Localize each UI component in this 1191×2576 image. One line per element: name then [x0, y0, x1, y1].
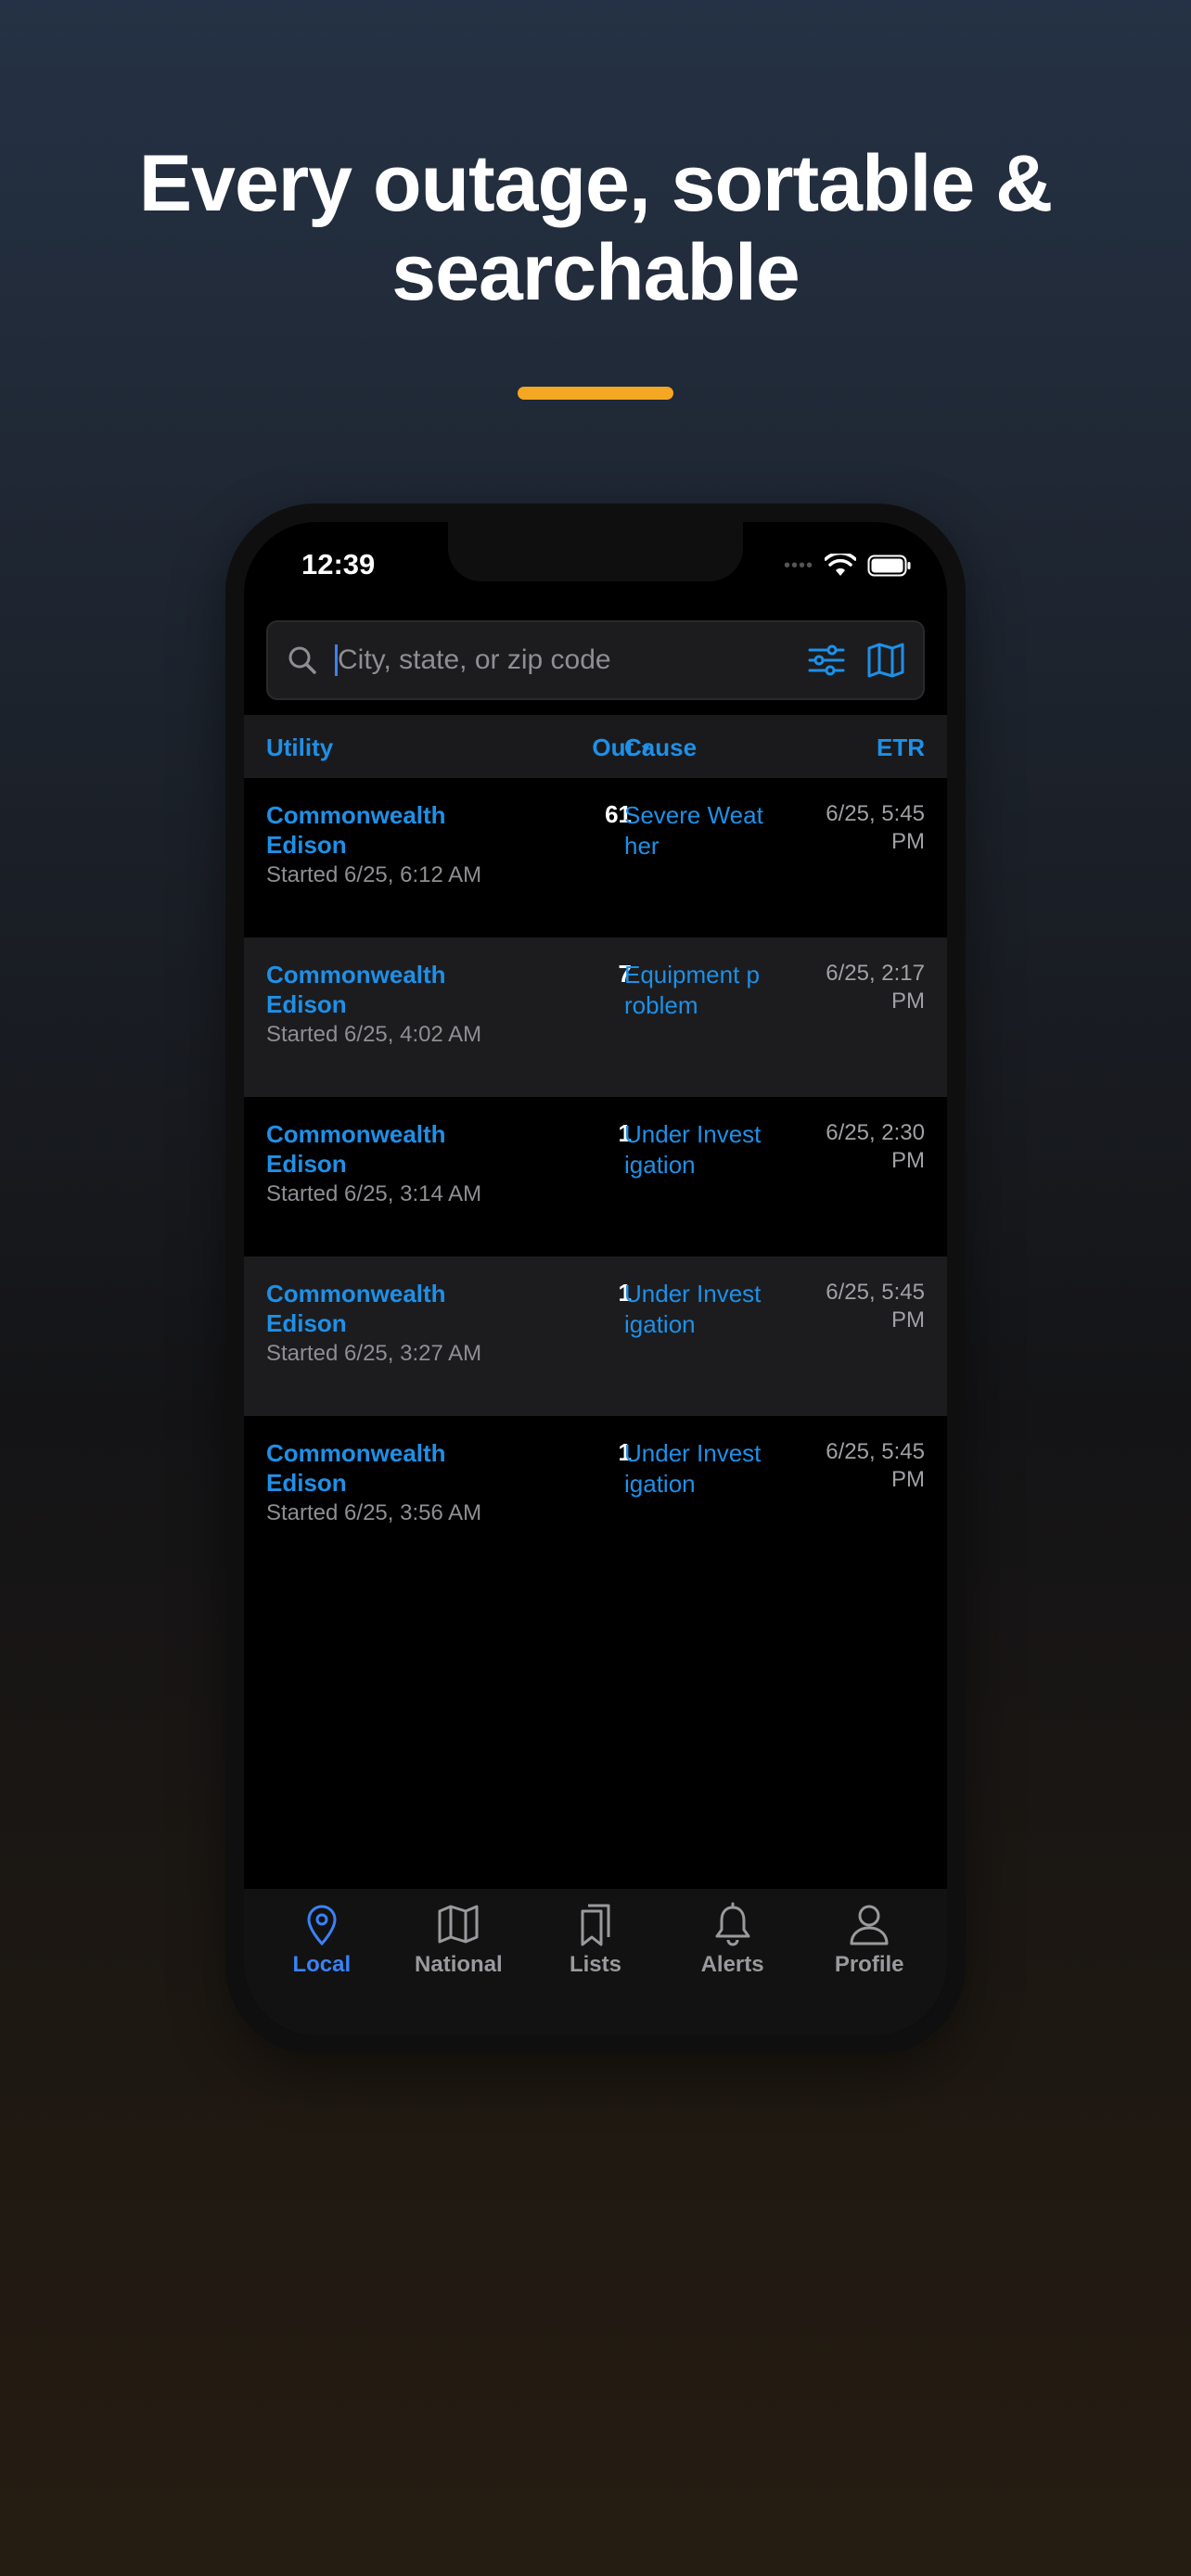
tab-label: Alerts	[700, 1952, 764, 1977]
started-time: Started 6/25, 3:14 AM	[266, 1181, 482, 1206]
column-header-utility[interactable]: Utility	[266, 733, 333, 762]
customers-out: 61	[605, 800, 632, 828]
cause: Severe Weather	[624, 801, 763, 860]
tab-label: Lists	[569, 1952, 621, 1977]
tab-bar: Local National Lists Alerts Profile	[244, 1889, 947, 2035]
table-header: Utility Out ▼ Cause ETR	[244, 715, 947, 778]
customers-out: 1	[618, 1279, 632, 1307]
headline-line-1: Every outage, sortable &	[138, 139, 1053, 228]
tab-label: National	[415, 1952, 503, 1977]
utility-cell: Commonwealth Edison Started 6/25, 3:56 A…	[266, 1438, 498, 1527]
utility-name: Commonwealth Edison	[266, 1280, 446, 1337]
utility-name: Commonwealth Edison	[266, 961, 446, 1018]
phone-frame: 12:39 •••• City, state, or zip code Util…	[225, 504, 966, 2054]
started-time: Started 6/25, 4:02 AM	[266, 1022, 482, 1047]
utility-name: Commonwealth Edison	[266, 1439, 446, 1497]
utility-cell: Commonwealth Edison Started 6/25, 4:02 A…	[266, 960, 498, 1049]
table-row[interactable]: Commonwealth Edison Started 6/25, 3:14 A…	[244, 1097, 947, 1256]
map-view-button[interactable]	[867, 643, 904, 678]
status-icons: ••••	[784, 554, 912, 578]
utility-name: Commonwealth Edison	[266, 801, 446, 859]
cause: Under Investigation	[624, 1120, 762, 1179]
customers-out: 1	[618, 1438, 632, 1466]
wifi-icon	[825, 554, 856, 576]
search-input[interactable]	[338, 644, 808, 676]
search-icon	[288, 646, 316, 674]
started-time: Started 6/25, 3:56 AM	[266, 1500, 482, 1525]
etr: 6/25, 5:45 PM	[826, 1439, 925, 1492]
table-row[interactable]: Commonwealth Edison Started 6/25, 6:12 A…	[244, 778, 947, 937]
headline: Every outage, sortable & searchable	[0, 139, 1191, 317]
person-icon	[850, 1905, 889, 1945]
phone-screen: 12:39 •••• City, state, or zip code Util…	[244, 522, 947, 2035]
utility-cell: Commonwealth Edison Started 6/25, 3:14 A…	[266, 1119, 498, 1208]
customers-out: 7	[618, 960, 632, 988]
tab-local[interactable]: Local	[253, 1889, 391, 2035]
etr: 6/25, 2:30 PM	[826, 1120, 925, 1173]
search-bar[interactable]	[266, 620, 925, 700]
tab-alerts[interactable]: Alerts	[664, 1889, 801, 2035]
filter-button[interactable]	[808, 644, 845, 676]
tab-lists[interactable]: Lists	[527, 1889, 664, 2035]
table-row[interactable]: Commonwealth Edison Started 6/25, 3:56 A…	[244, 1416, 947, 1575]
cause: Under Investigation	[624, 1439, 762, 1498]
started-time: Started 6/25, 6:12 AM	[266, 862, 482, 887]
customers-out: 1	[618, 1119, 632, 1147]
table-row[interactable]: Commonwealth Edison Started 6/25, 3:27 A…	[244, 1256, 947, 1416]
map-icon	[867, 643, 904, 678]
column-header-etr[interactable]: ETR	[877, 733, 925, 762]
column-header-cause[interactable]: Cause	[624, 733, 697, 762]
bell-icon	[715, 1902, 750, 1946]
outage-list: Commonwealth Edison Started 6/25, 6:12 A…	[244, 778, 947, 1575]
tab-national[interactable]: National	[391, 1889, 528, 2035]
utility-cell: Commonwealth Edison Started 6/25, 3:27 A…	[266, 1279, 498, 1368]
accent-bar	[518, 387, 673, 400]
started-time: Started 6/25, 3:27 AM	[266, 1341, 482, 1366]
notch	[448, 522, 743, 581]
utility-name: Commonwealth Edison	[266, 1120, 446, 1178]
etr: 6/25, 5:45 PM	[826, 1280, 925, 1333]
cause: Equipment problem	[624, 961, 760, 1019]
status-time: 12:39	[301, 548, 376, 580]
location-pin-icon	[307, 1905, 337, 1946]
etr: 6/25, 5:45 PM	[826, 801, 925, 854]
headline-line-2: searchable	[391, 228, 800, 317]
table-row[interactable]: Commonwealth Edison Started 6/25, 4:02 A…	[244, 937, 947, 1097]
cause: Under Investigation	[624, 1280, 762, 1338]
cellular-signal-icon: ••••	[783, 555, 813, 576]
etr: 6/25, 2:17 PM	[826, 961, 925, 1014]
bookmarks-icon	[581, 1904, 610, 1946]
battery-icon	[867, 555, 911, 577]
map-icon	[438, 1905, 479, 1944]
tab-label: Local	[292, 1952, 352, 1977]
utility-cell: Commonwealth Edison Started 6/25, 6:12 A…	[266, 800, 498, 889]
tab-label: Profile	[834, 1952, 904, 1977]
sliders-icon	[808, 644, 845, 676]
tab-profile[interactable]: Profile	[800, 1889, 938, 2035]
